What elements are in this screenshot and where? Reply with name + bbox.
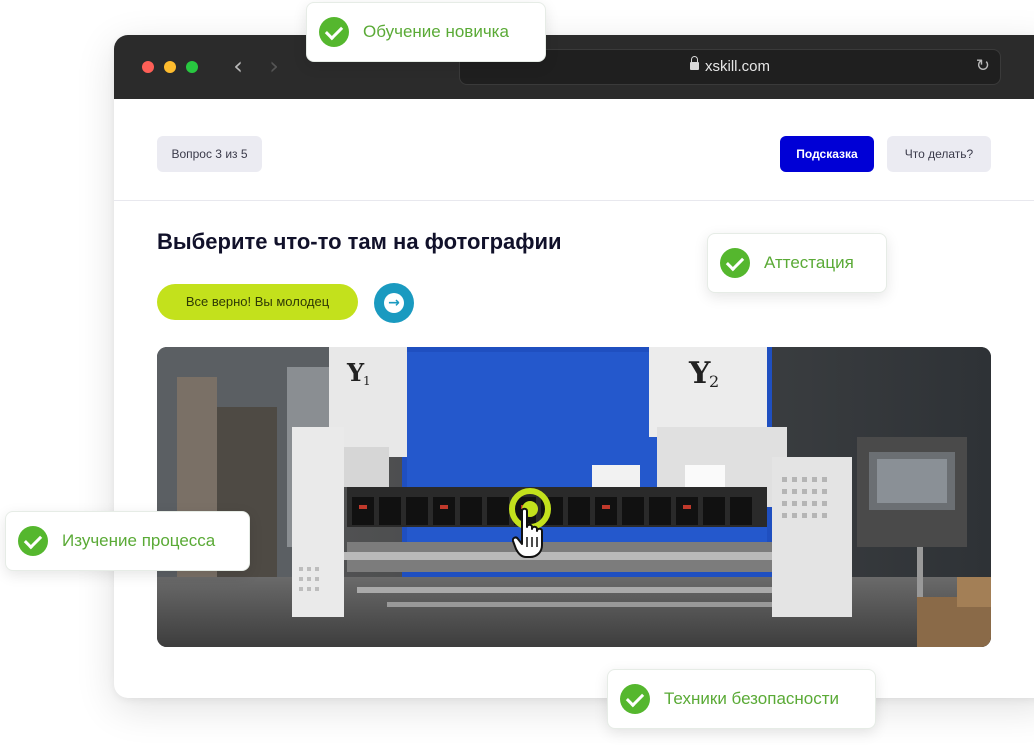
reload-icon[interactable]: ↻ [976,56,990,76]
lock-icon [689,56,699,70]
hint-button[interactable]: Подсказка [780,136,874,172]
minimize-window-button[interactable] [164,61,176,73]
badge-label: Обучение новичка [363,22,509,41]
task-title: Выберите что-то там на фотографии [157,229,562,254]
check-circle-icon [720,248,750,278]
check-circle-icon [18,526,48,556]
badge-newbie-training: Обучение новичка [306,2,546,62]
back-icon[interactable]: ‹ [226,53,250,79]
svg-text:2: 2 [709,372,719,391]
badge-process-study: Изучение процесса [5,511,250,571]
badge-safety-techniques: Техники безопасности [607,669,876,729]
badge-label: Техники безопасности [664,689,840,708]
next-button[interactable]: → [374,283,414,323]
press-brake-photo: Y 1 Y 2 [157,347,991,647]
check-circle-icon [620,684,650,714]
what-to-do-button[interactable]: Что делать? [887,136,991,172]
arrow-right-icon: → [384,293,404,313]
browser-window: ‹ › xskill.com ↻ Вопрос 3 из 5 Подсказка… [114,35,1034,698]
url-text: xskill.com [704,58,770,75]
badge-label: Аттестация [764,253,854,272]
quiz-toolbar: Вопрос 3 из 5 Подсказка Что делать? [114,99,1034,201]
browser-titlebar: ‹ › xskill.com ↻ [114,35,1034,99]
task-photo[interactable]: Y 1 Y 2 [157,347,991,647]
question-counter: Вопрос 3 из 5 [157,136,262,172]
badge-label: Изучение процесса [62,531,216,550]
maximize-window-button[interactable] [186,61,198,73]
close-window-button[interactable] [142,61,154,73]
check-circle-icon [319,17,349,47]
svg-text:Y: Y [688,356,711,391]
svg-text:1: 1 [363,374,371,388]
hand-pointer-icon [512,507,543,558]
badge-attestation: Аттестация [707,233,887,293]
feedback-badge: Все верно! Вы молодец [157,284,358,320]
forward-icon[interactable]: › [262,53,286,79]
